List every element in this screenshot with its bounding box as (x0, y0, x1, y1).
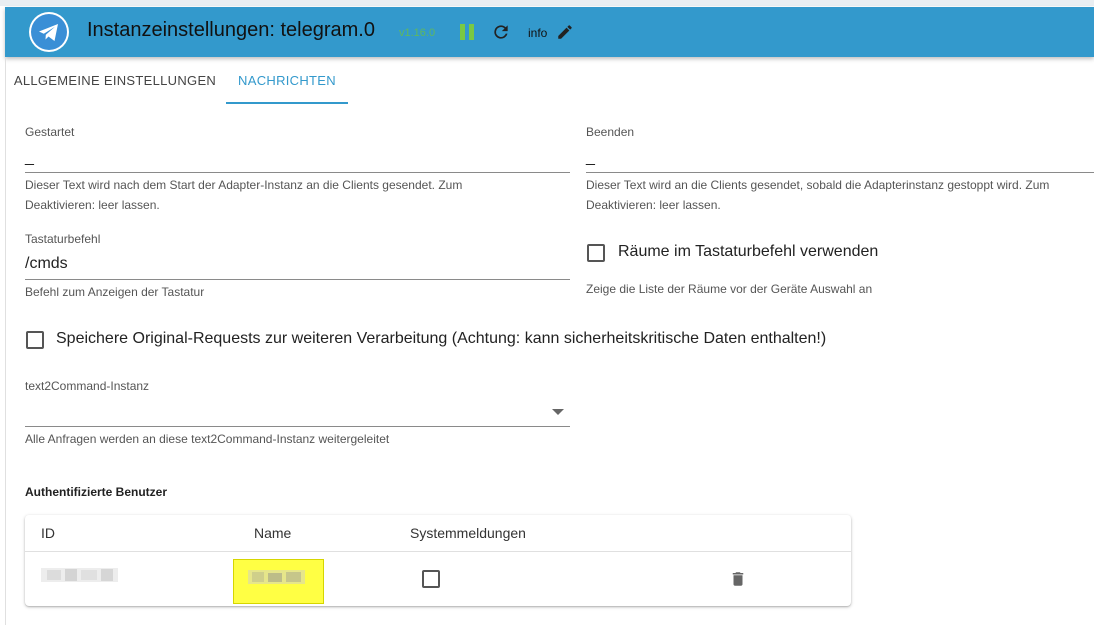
text2command-helper: Alle Anfragen werden an diese text2Comma… (25, 432, 390, 446)
text2command-underline (25, 426, 570, 427)
started-helper-line2: Deaktivieren: leer lassen. (25, 198, 160, 212)
column-header-system-messages[interactable]: Systemmeldungen (410, 525, 526, 541)
pencil-icon[interactable] (556, 23, 574, 41)
dialog-title: Instanzeinstellungen: telegram.0 (87, 19, 375, 41)
stopped-input[interactable]: _ (586, 149, 595, 167)
stopped-helper-line1: Dieser Text wird an die Clients gesendet… (586, 178, 1050, 192)
started-input[interactable]: _ (25, 149, 34, 167)
started-input-underline (25, 172, 570, 173)
tab-active-indicator (226, 102, 348, 104)
save-raw-requests-label: Speichere Original-Requests zur weiteren… (56, 330, 827, 347)
tab-messages[interactable]: NACHRICHTEN (226, 57, 348, 105)
content-border (5, 57, 6, 625)
keyboard-command-label: Tastaturbefehl (25, 232, 101, 246)
dialog-header: Instanzeinstellungen: telegram.0 v1.16.0… (5, 7, 1094, 57)
started-helper-line1: Dieser Text wird nach dem Start der Adap… (25, 178, 463, 192)
redacted-name (248, 570, 305, 584)
keyboard-command-input[interactable]: /cmds (25, 255, 68, 273)
stopped-helper-line2: Deaktivieren: leer lassen. (586, 198, 721, 212)
authenticated-users-title: Authentifizierte Benutzer (25, 485, 168, 499)
top-strip (0, 0, 1094, 6)
info-link[interactable]: info (528, 26, 547, 40)
stopped-input-underline (586, 172, 1094, 173)
system-messages-checkbox[interactable] (422, 570, 440, 588)
text2command-label: text2Command-Instanz (25, 379, 150, 393)
users-table: ID Name Systemmeldungen (25, 515, 851, 606)
highlighted-name-cell (233, 559, 324, 604)
tab-general-settings[interactable]: ALLGEMEINE EINSTELLUNGEN (6, 57, 224, 105)
table-header-divider (25, 551, 851, 552)
save-raw-requests-checkbox[interactable] (26, 331, 44, 349)
column-header-name[interactable]: Name (254, 525, 291, 541)
trash-icon[interactable] (729, 569, 747, 589)
pause-icon[interactable] (459, 24, 475, 40)
started-label: Gestartet (25, 125, 75, 139)
column-header-id[interactable]: ID (41, 525, 55, 541)
telegram-icon (29, 12, 69, 52)
version-badge: v1.16.0 (399, 27, 436, 39)
rooms-helper: Zeige die Liste der Räume vor der Geräte… (586, 282, 873, 296)
rooms-checkbox[interactable] (587, 244, 605, 262)
keyboard-command-underline (25, 279, 570, 280)
rooms-checkbox-label: Räume im Tastaturbefehl verwenden (618, 243, 879, 260)
tab-bar: ALLGEMEINE EINSTELLUNGEN NACHRICHTEN (6, 57, 1094, 105)
keyboard-command-helper: Befehl zum Anzeigen der Tastatur (25, 285, 205, 299)
stopped-label: Beenden (586, 125, 635, 139)
redacted-id (41, 568, 118, 582)
chevron-down-icon[interactable] (552, 409, 564, 415)
refresh-icon[interactable] (491, 22, 511, 42)
